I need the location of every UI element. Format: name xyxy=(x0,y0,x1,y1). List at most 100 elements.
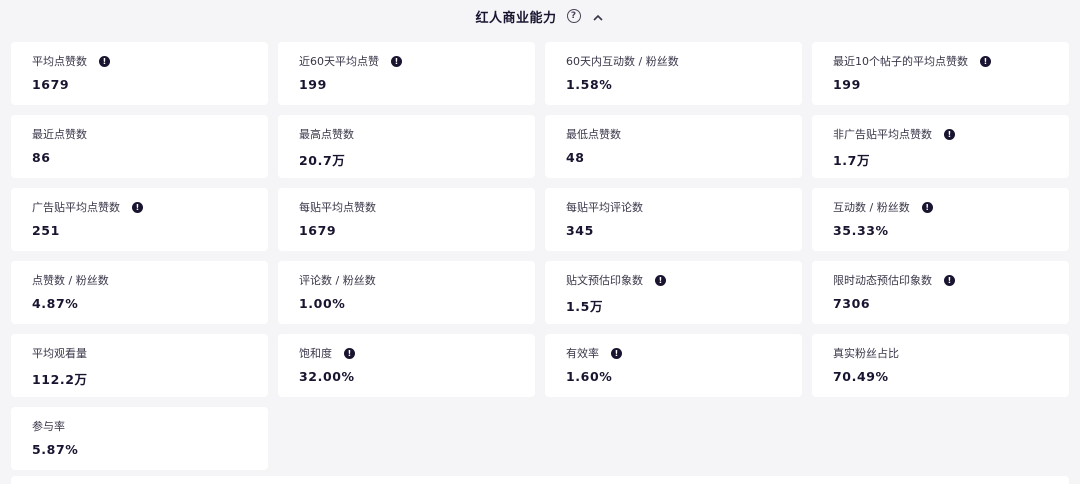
metric-label-row: 参与率 xyxy=(32,419,268,433)
metric-label-row: 评论数 / 粉丝数 xyxy=(299,273,535,287)
metric-value: 199 xyxy=(833,77,861,92)
metric-label-row: 最低点赞数 xyxy=(566,127,802,141)
metric-label: 最近点赞数 xyxy=(32,128,87,141)
metric-value: 35.33% xyxy=(833,223,889,238)
metric-value: 199 xyxy=(299,77,327,92)
metric-label-row: 点赞数 / 粉丝数 xyxy=(32,273,268,287)
metric-label-row: 广告贴平均点赞数! xyxy=(32,200,268,214)
metric-value: 1.60% xyxy=(566,369,613,384)
info-circle-icon[interactable]: ! xyxy=(611,347,622,359)
metric-label-row: 限时动态预估印象数! xyxy=(833,273,1069,287)
metric-value: 1.7万 xyxy=(833,153,871,168)
metric-label: 点赞数 / 粉丝数 xyxy=(32,274,109,287)
metric-card: 限时动态预估印象数! 7306 xyxy=(812,261,1069,324)
metric-label-row: 真实粉丝占比 xyxy=(833,346,1069,360)
info-circle-icon[interactable]: ! xyxy=(391,55,402,67)
metric-label: 平均观看量 xyxy=(32,347,87,360)
metric-value: 1.58% xyxy=(566,77,613,92)
metric-card: 每贴平均评论数 345 xyxy=(545,188,802,251)
info-circle-icon[interactable]: ! xyxy=(921,201,933,213)
metric-value: 1679 xyxy=(32,77,70,92)
metric-value: 86 xyxy=(32,150,51,165)
metric-card: 饱和度! 32.00% xyxy=(278,334,535,397)
metric-label-row: 平均观看量 xyxy=(32,346,268,360)
metric-label-row: 非广告贴平均点赞数! xyxy=(833,127,1069,141)
metric-card: 点赞数 / 粉丝数 4.87% xyxy=(11,261,268,324)
metric-card: 贴文预估印象数! 1.5万 xyxy=(545,261,802,324)
chevron-up-icon[interactable] xyxy=(591,11,605,25)
metric-label-row: 每贴平均点赞数 xyxy=(299,200,535,214)
metric-label: 最近10个帖子的平均点赞数 xyxy=(833,55,968,68)
metric-card: 最近10个帖子的平均点赞数! 199 xyxy=(812,42,1069,105)
metric-label: 每贴平均评论数 xyxy=(566,201,643,214)
metric-value: 5.87% xyxy=(32,442,79,457)
metric-label: 互动数 / 粉丝数 xyxy=(833,201,910,214)
metric-label: 非广告贴平均点赞数 xyxy=(833,128,932,141)
metric-label-row: 每贴平均评论数 xyxy=(566,200,802,214)
metric-label-row: 贴文预估印象数! xyxy=(566,273,802,287)
metric-card: 真实粉丝占比 70.49% xyxy=(812,334,1069,397)
metric-label: 贴文预估印象数 xyxy=(566,274,643,287)
metric-card: 近60天平均点赞! 199 xyxy=(278,42,535,105)
section-title: 红人商业能力 xyxy=(475,10,557,26)
metric-card: 参与率 5.87% xyxy=(11,407,268,470)
metric-card: 60天内互动数 / 粉丝数 1.58% xyxy=(545,42,802,105)
metric-value: 48 xyxy=(566,150,585,165)
next-section-card xyxy=(11,476,1069,484)
metric-card: 广告贴平均点赞数! 251 xyxy=(11,188,268,251)
metric-label: 近60天平均点赞 xyxy=(299,55,379,68)
metric-label-row: 饱和度! xyxy=(299,346,535,360)
info-circle-icon[interactable]: ! xyxy=(344,347,355,359)
metric-label: 饱和度 xyxy=(299,347,332,360)
metric-label-row: 有效率! xyxy=(566,346,802,360)
metric-label: 评论数 / 粉丝数 xyxy=(299,274,376,287)
metric-label: 最低点赞数 xyxy=(566,128,621,141)
metric-value: 1.5万 xyxy=(566,299,604,314)
metric-label: 60天内互动数 / 粉丝数 xyxy=(566,55,679,68)
metric-label: 真实粉丝占比 xyxy=(833,347,899,360)
metric-label-row: 最高点赞数 xyxy=(299,127,535,141)
metric-value: 70.49% xyxy=(833,369,889,384)
metric-value: 4.87% xyxy=(32,296,79,311)
metric-value: 20.7万 xyxy=(299,153,346,168)
metric-label: 参与率 xyxy=(32,420,65,433)
section-header: 红人商业能力 ? xyxy=(0,0,1080,32)
metrics-grid: 平均点赞数! 1679 近60天平均点赞! 199 60天内互动数 / 粉丝数 1.58%… xyxy=(11,42,1069,470)
metric-label-row: 近60天平均点赞! xyxy=(299,54,535,68)
metric-value: 1679 xyxy=(299,223,337,238)
metric-value: 345 xyxy=(566,223,594,238)
info-circle-icon[interactable]: ! xyxy=(980,55,991,67)
metric-value: 251 xyxy=(32,223,60,238)
metric-label: 每贴平均点赞数 xyxy=(299,201,376,214)
info-circle-icon[interactable]: ! xyxy=(99,55,110,67)
metric-card: 每贴平均点赞数 1679 xyxy=(278,188,535,251)
metric-card: 最高点赞数 20.7万 xyxy=(278,115,535,178)
question-circle-icon[interactable]: ? xyxy=(566,9,581,23)
metric-label-row: 互动数 / 粉丝数! xyxy=(833,200,1069,214)
info-circle-icon[interactable]: ! xyxy=(132,201,143,213)
metric-label-row: 平均点赞数! xyxy=(32,54,268,68)
info-circle-icon[interactable]: ! xyxy=(944,274,955,286)
info-circle-icon[interactable]: ! xyxy=(655,274,666,286)
metric-value: 112.2万 xyxy=(32,372,88,387)
metric-value: 32.00% xyxy=(299,369,355,384)
metric-label-row: 60天内互动数 / 粉丝数 xyxy=(566,54,802,68)
metric-card: 有效率! 1.60% xyxy=(545,334,802,397)
metric-card: 最近点赞数 86 xyxy=(11,115,268,178)
info-circle-icon[interactable]: ! xyxy=(944,128,955,140)
metric-card: 平均点赞数! 1679 xyxy=(11,42,268,105)
metric-label-row: 最近10个帖子的平均点赞数! xyxy=(833,54,1069,68)
metric-label: 平均点赞数 xyxy=(32,55,87,68)
metric-card: 互动数 / 粉丝数! 35.33% xyxy=(812,188,1069,251)
metric-label: 广告贴平均点赞数 xyxy=(32,201,120,214)
metric-card: 平均观看量 112.2万 xyxy=(11,334,268,397)
metric-card: 非广告贴平均点赞数! 1.7万 xyxy=(812,115,1069,178)
metric-value: 1.00% xyxy=(299,296,346,311)
metric-value: 7306 xyxy=(833,296,871,311)
metric-label: 有效率 xyxy=(566,347,599,360)
metric-label: 最高点赞数 xyxy=(299,128,354,141)
metric-label-row: 最近点赞数 xyxy=(32,127,268,141)
metric-label: 限时动态预估印象数 xyxy=(833,274,932,287)
metric-card: 最低点赞数 48 xyxy=(545,115,802,178)
metric-card: 评论数 / 粉丝数 1.00% xyxy=(278,261,535,324)
